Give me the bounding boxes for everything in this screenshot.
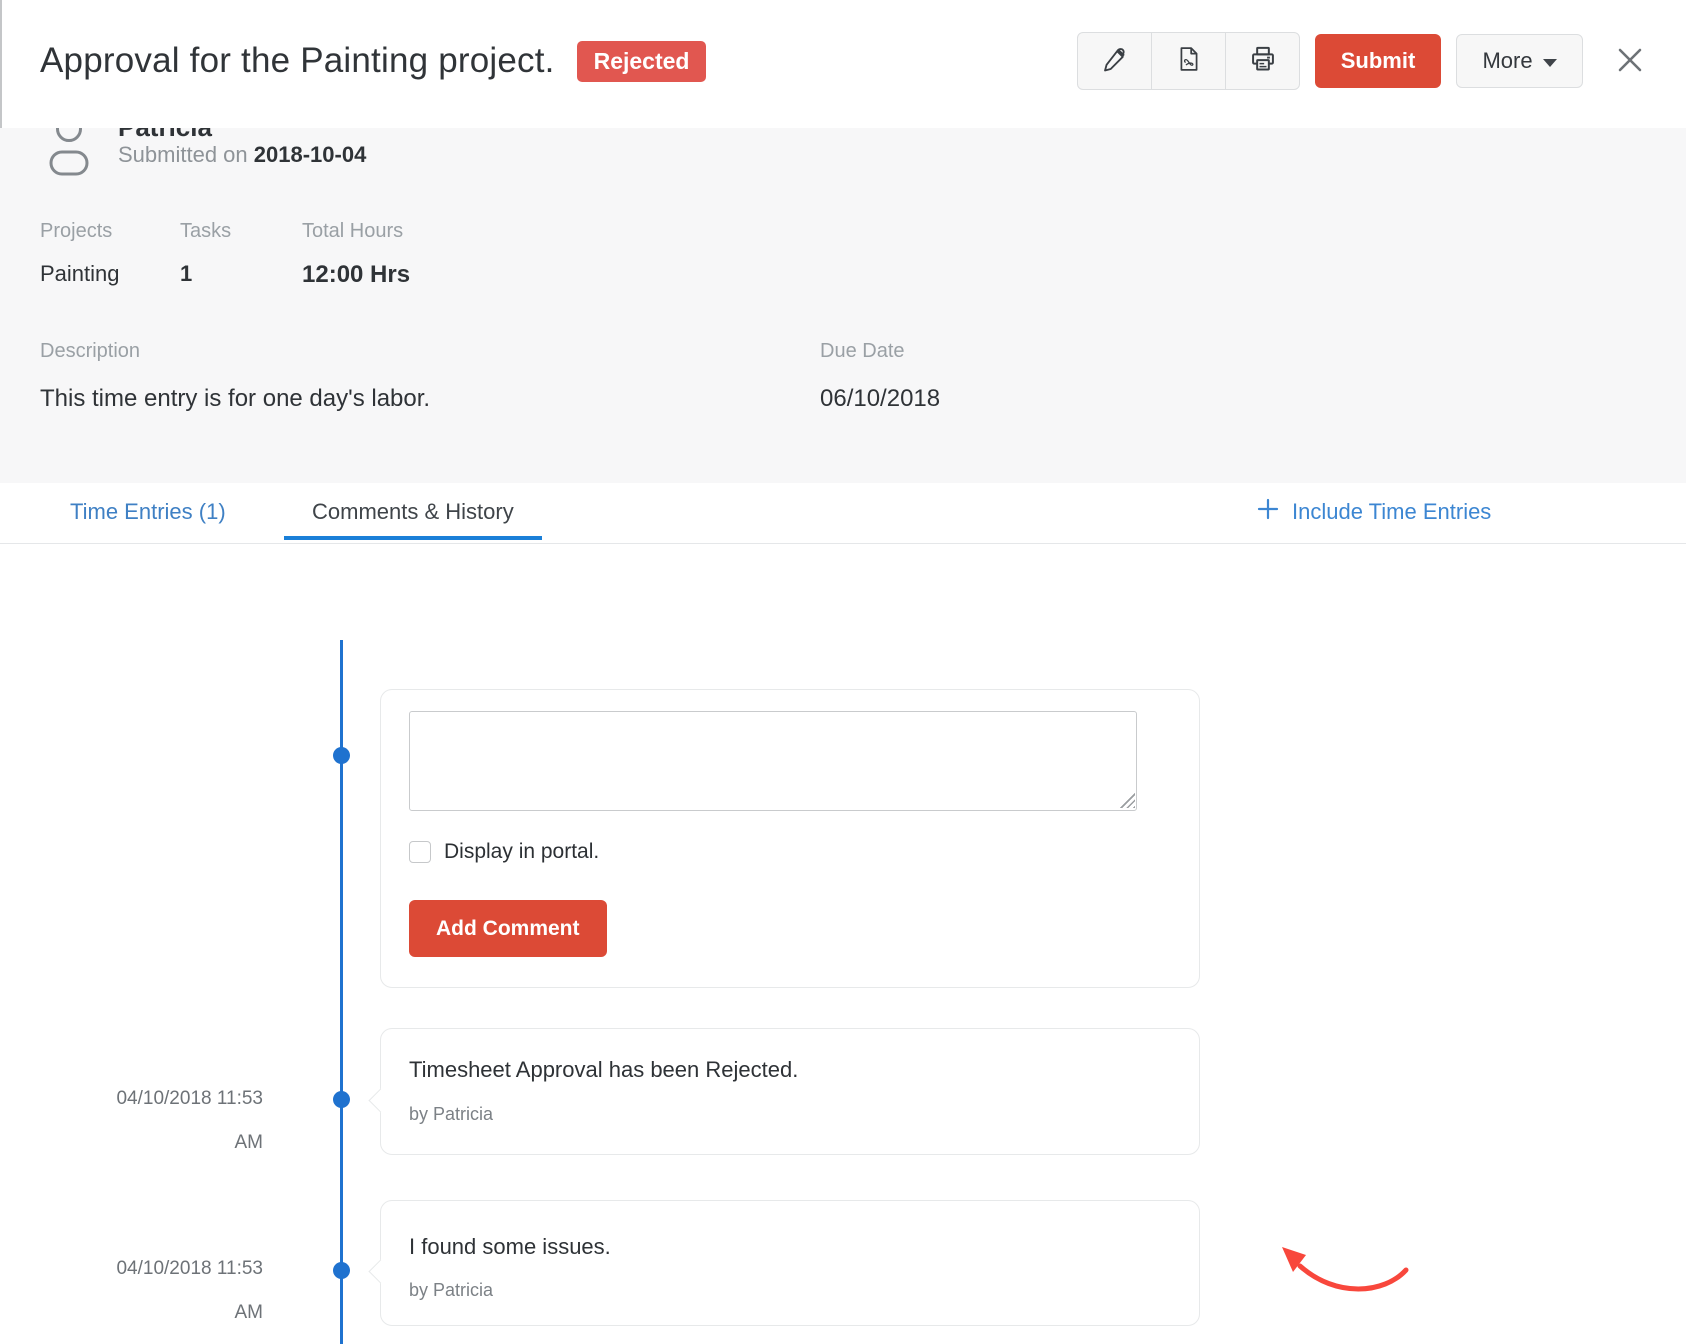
toolbar-icon-group <box>1077 32 1300 90</box>
timeline-dot <box>333 747 350 764</box>
comment-input[interactable] <box>409 711 1137 811</box>
submitted-on-label: Submitted on <box>118 142 248 167</box>
printer-icon <box>1249 45 1277 78</box>
red-arrow-annotation <box>1278 1244 1410 1301</box>
more-button-label: More <box>1482 48 1532 74</box>
pencil-icon <box>1102 46 1128 77</box>
display-in-portal-checkbox[interactable] <box>409 841 431 863</box>
due-date-value: 06/10/2018 <box>820 385 940 413</box>
projects-value: Painting <box>40 261 180 289</box>
avatar <box>45 128 93 181</box>
description-label: Description <box>40 340 430 363</box>
timestamp-date: 04/10/2018 11:53 <box>83 1088 263 1110</box>
comment-author: by Patricia <box>409 1280 493 1301</box>
include-time-entries-label: Include Time Entries <box>1292 499 1491 525</box>
approval-detail-panel: Approval for the Painting project. Rejec… <box>0 0 1686 1344</box>
summary-section: Patricia Submitted on 2018-10-04 Project… <box>0 128 1686 483</box>
add-comment-button[interactable]: Add Comment <box>409 900 607 957</box>
timeline-timestamp: 04/10/2018 11:53 AM <box>83 1088 263 1154</box>
stats-grid: Projects Tasks Total Hours Painting 1 12… <box>40 220 622 289</box>
timestamp-meridiem: AM <box>83 1132 263 1154</box>
timeline-dot <box>333 1091 350 1108</box>
projects-label: Projects <box>40 220 180 243</box>
tab-comments-history[interactable]: Comments & History <box>284 483 542 540</box>
plus-icon <box>1256 497 1280 527</box>
pdf-file-icon <box>1176 46 1202 77</box>
comment-card: I found some issues. by Patricia <box>380 1200 1200 1326</box>
timeline-line <box>340 640 343 1344</box>
timestamp-meridiem: AM <box>83 1302 263 1324</box>
timeline-dot <box>333 1262 350 1279</box>
edit-button[interactable] <box>1078 33 1151 89</box>
status-badge: Rejected <box>577 41 707 82</box>
submit-button[interactable]: Submit <box>1315 34 1441 88</box>
total-hours-label: Total Hours <box>302 220 622 243</box>
export-pdf-button[interactable] <box>1151 33 1225 89</box>
comment-author: by Patricia <box>409 1104 493 1125</box>
close-icon <box>1614 64 1646 79</box>
bubble-notch <box>368 1088 392 1112</box>
bubble-notch <box>368 1259 392 1283</box>
due-date-label: Due Date <box>820 340 940 363</box>
chevron-down-icon <box>1543 59 1557 67</box>
more-button[interactable]: More <box>1456 34 1583 88</box>
timestamp-date: 04/10/2018 11:53 <box>83 1258 263 1280</box>
comment-card: Timesheet Approval has been Rejected. by… <box>380 1028 1200 1155</box>
comment-text: Timesheet Approval has been Rejected. <box>409 1057 798 1083</box>
header: Approval for the Painting project. Rejec… <box>0 0 1686 128</box>
submitter-name: Patricia <box>118 128 212 143</box>
include-time-entries-link[interactable]: Include Time Entries <box>1256 497 1491 527</box>
tasks-value: 1 <box>180 261 302 289</box>
tasks-label: Tasks <box>180 220 302 243</box>
display-in-portal-label[interactable]: Display in portal. <box>444 840 599 864</box>
submitted-on-line: Submitted on 2018-10-04 <box>118 142 366 168</box>
submitted-date: 2018-10-04 <box>254 142 367 167</box>
tab-time-entries[interactable]: Time Entries (1) <box>70 499 226 525</box>
due-date-block: Due Date 06/10/2018 <box>820 340 940 413</box>
total-hours-value: 12:00 Hrs <box>302 261 622 289</box>
print-button[interactable] <box>1225 33 1299 89</box>
close-button[interactable] <box>1610 40 1650 83</box>
timeline-timestamp: 04/10/2018 11:53 AM <box>83 1258 263 1324</box>
tab-bar: Time Entries (1) Comments & History Incl… <box>0 483 1686 544</box>
comment-text: I found some issues. <box>409 1234 611 1260</box>
description-block: Description This time entry is for one d… <box>40 340 430 413</box>
add-comment-card: Display in portal. Add Comment <box>380 689 1200 988</box>
description-value: This time entry is for one day's labor. <box>40 385 430 413</box>
page-title: Approval for the Painting project. <box>40 41 555 81</box>
panel-left-edge <box>0 0 2 128</box>
